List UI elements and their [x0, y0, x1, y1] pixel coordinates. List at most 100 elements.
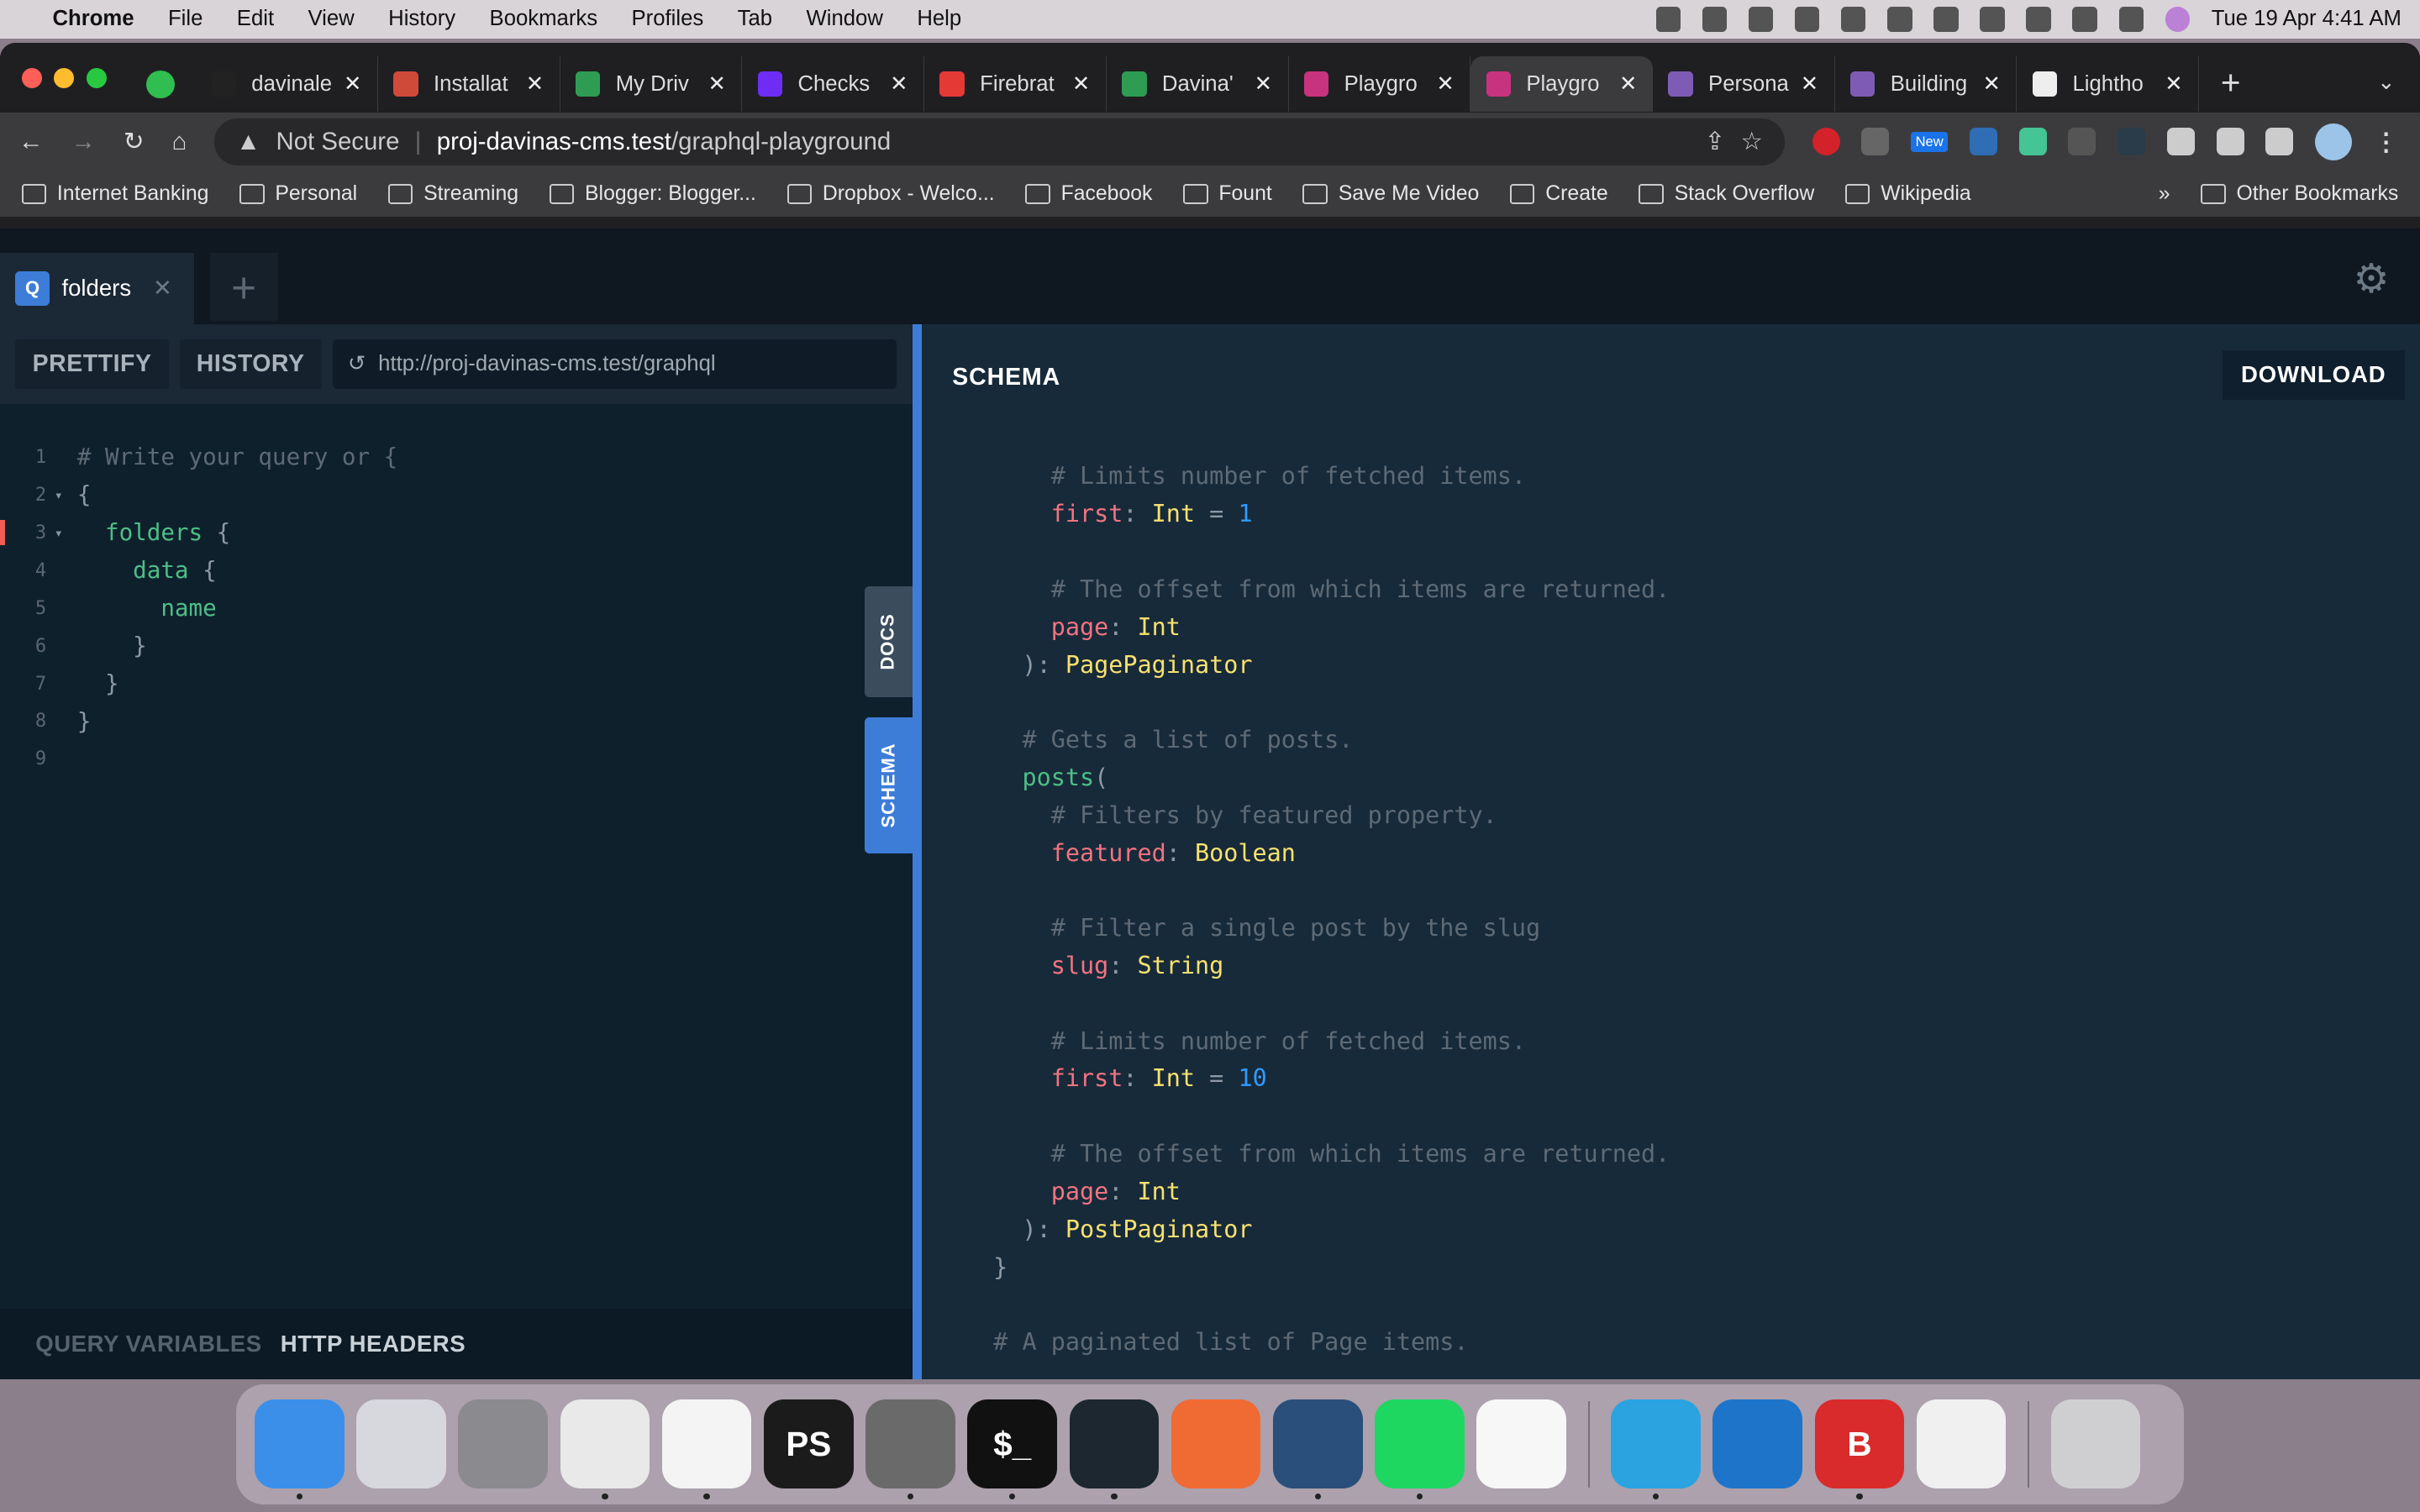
vpn-icon[interactable]: [1795, 7, 1820, 32]
side-panel-icon[interactable]: [2265, 128, 2294, 156]
add-tab-button[interactable]: +: [209, 253, 278, 322]
browser-tab[interactable]: davinale ✕: [196, 56, 378, 113]
address-bar[interactable]: ▲ Not Secure | proj-davinas-cms.test/gra…: [214, 118, 1785, 165]
security-label[interactable]: Not Secure: [276, 128, 399, 156]
close-tab-icon[interactable]: ✕: [153, 275, 172, 302]
bookmark-item[interactable]: Blogger: Blogger...: [549, 182, 756, 206]
volume-icon[interactable]: [1887, 7, 1912, 32]
user-icon[interactable]: [2026, 7, 2051, 32]
chrome-menu-icon[interactable]: ⋮: [2374, 128, 2402, 156]
dock-app-spotify[interactable]: [1375, 1399, 1465, 1500]
zoom-window-button[interactable]: [86, 67, 107, 88]
dock-app-slack[interactable]: [1476, 1399, 1566, 1489]
fold-toggle-icon[interactable]: ▾: [46, 487, 71, 503]
dock-app-gitkraken[interactable]: [1069, 1399, 1160, 1500]
menu-item[interactable]: Help: [917, 7, 961, 31]
bookmark-item[interactable]: Internet Banking: [21, 182, 208, 206]
close-tab-icon[interactable]: ✕: [1982, 71, 2001, 97]
query-editor[interactable]: 1 # Write your query or {2 ▾{3 ▾ folders {4…: [0, 404, 913, 778]
browser-tab[interactable]: Persona ✕: [1653, 56, 1835, 113]
dock-app-affinity-designer[interactable]: [1712, 1399, 1802, 1489]
new-tab-button[interactable]: +: [2221, 63, 2241, 102]
dock-app-chrome[interactable]: [560, 1399, 650, 1500]
close-tab-icon[interactable]: ✕: [1801, 71, 1819, 97]
dock-app-tableplus[interactable]: [865, 1399, 955, 1500]
dock-app-trash[interactable]: [2050, 1399, 2141, 1489]
linkedin-extension-icon[interactable]: [1969, 128, 1997, 156]
reload-schema-icon[interactable]: ↺: [348, 351, 366, 376]
dock-app-terminal[interactable]: $_: [967, 1399, 1057, 1500]
menu-item[interactable]: Window: [807, 7, 883, 31]
menu-item[interactable]: History: [388, 7, 455, 31]
browser-tab[interactable]: My Driv ✕: [560, 56, 743, 113]
dock-app-system-preferences[interactable]: [458, 1399, 548, 1489]
extensions-puzzle-icon[interactable]: [2166, 128, 2195, 156]
download-button[interactable]: DOWNLOAD: [2222, 349, 2405, 400]
bookmark-item[interactable]: Save Me Video: [1302, 182, 1479, 206]
browser-tab[interactable]: Davina' ✕: [1107, 56, 1289, 113]
dock-app-telegram[interactable]: [1611, 1399, 1701, 1500]
bookmark-item[interactable]: Create: [1510, 182, 1608, 206]
extension-icon[interactable]: [2018, 128, 2047, 156]
dock-app-phpstorm[interactable]: PS: [764, 1399, 854, 1489]
control-center-icon[interactable]: [2118, 7, 2144, 32]
bear-status-icon[interactable]: [1748, 7, 1774, 32]
more-extension-icon[interactable]: [2068, 128, 2096, 156]
menu-item[interactable]: View: [308, 7, 355, 31]
menu-item[interactable]: Profiles: [632, 7, 704, 31]
gear-icon[interactable]: ⚙: [2353, 256, 2389, 302]
clock[interactable]: Tue 19 Apr 4:41 AM: [2212, 7, 2402, 31]
query-variables-tab[interactable]: QUERY VARIABLES: [35, 1331, 262, 1357]
browser-tab[interactable]: Building ✕: [1835, 56, 2018, 113]
bookmark-item[interactable]: Facebook: [1025, 182, 1152, 206]
dock-app-launchpad[interactable]: [356, 1399, 446, 1489]
bookmark-item[interactable]: Streaming: [387, 182, 518, 206]
pen-extension-icon[interactable]: [1861, 128, 1890, 156]
bookmarks-overflow-button[interactable]: »: [2159, 182, 2170, 206]
endpoint-input[interactable]: ↺ http://proj-davinas-cms.test/graphql: [332, 339, 897, 389]
profile-avatar[interactable]: [2315, 123, 2353, 160]
other-bookmarks[interactable]: Other Bookmarks: [2201, 182, 2398, 206]
close-tab-icon[interactable]: ✕: [2165, 71, 2183, 97]
forward-button[interactable]: →: [71, 128, 95, 156]
close-tab-icon[interactable]: ✕: [344, 71, 362, 97]
close-tab-icon[interactable]: ✕: [1436, 71, 1455, 97]
history-button[interactable]: HISTORY: [179, 339, 322, 389]
prettify-button[interactable]: PRETTIFY: [15, 339, 169, 389]
dock-app-bear[interactable]: B: [1814, 1399, 1905, 1500]
close-tab-icon[interactable]: ✕: [1619, 71, 1638, 97]
menu-app-name[interactable]: Chrome: [52, 7, 134, 31]
minimize-window-button[interactable]: [54, 67, 75, 88]
dock-app-vs-code[interactable]: [661, 1399, 752, 1500]
dock-app-postman[interactable]: [1171, 1399, 1261, 1489]
bookmark-item[interactable]: Fount: [1183, 182, 1272, 206]
tab-search-chevron-icon[interactable]: ⌄: [2377, 70, 2420, 95]
close-tab-icon[interactable]: ✕: [526, 71, 544, 97]
browser-tab[interactable]: Playgro ✕: [1289, 56, 1471, 113]
close-window-button[interactable]: [21, 67, 42, 88]
new-badge[interactable]: New: [1911, 132, 1949, 152]
http-headers-tab[interactable]: HTTP HEADERS: [281, 1331, 466, 1357]
query-tab-folders[interactable]: Q folders ✕: [0, 253, 195, 324]
share-icon[interactable]: ⇪: [1705, 127, 1726, 156]
bookmark-item[interactable]: Wikipedia: [1845, 182, 1971, 206]
close-tab-icon[interactable]: ✕: [1255, 71, 1273, 97]
browser-tab[interactable]: Firebrat ✕: [924, 56, 1107, 113]
battery-icon[interactable]: [1933, 7, 1959, 32]
bookmark-item[interactable]: Stack Overflow: [1639, 182, 1814, 206]
play-icon[interactable]: [1841, 7, 1866, 32]
browser-tab[interactable]: Lightho ✕: [2017, 56, 2200, 113]
schema-tab[interactable]: SCHEMA: [864, 717, 913, 853]
close-tab-icon[interactable]: ✕: [1072, 71, 1091, 97]
dock-app-finder[interactable]: [255, 1399, 345, 1500]
back-button[interactable]: ←: [18, 128, 43, 156]
reading-list-icon[interactable]: [2216, 128, 2244, 156]
adblock-plus-icon[interactable]: [1812, 128, 1840, 156]
close-tab-icon[interactable]: ✕: [708, 71, 726, 97]
dock-app-textedit[interactable]: [1916, 1399, 2007, 1489]
spotlight-icon[interactable]: [2072, 7, 2097, 32]
browser-tab[interactable]: Playgro ✕: [1470, 56, 1653, 113]
browser-tab[interactable]: Installat ✕: [378, 56, 560, 113]
status-icon[interactable]: [1655, 7, 1681, 32]
docs-tab[interactable]: DOCS: [864, 585, 913, 698]
